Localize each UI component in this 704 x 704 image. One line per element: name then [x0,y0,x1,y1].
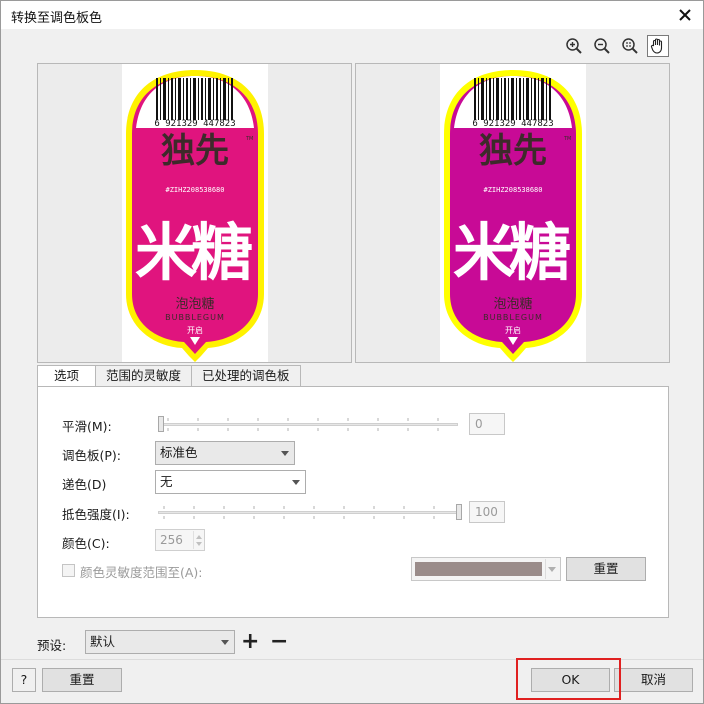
ok-highlight-box [516,658,621,700]
cancel-button[interactable]: 取消 [614,668,693,692]
original-preview[interactable]: 6 921329 447823 独先 TM #ZIHZ208538680 米 糖… [37,63,352,363]
tab-processed-palette[interactable]: 已处理的调色板 [191,365,301,387]
minus-icon: − [270,629,289,654]
palette-select[interactable]: 标准色 [155,441,295,465]
dither-strength-label: 抵色强度(I): [62,507,130,522]
palette-value: 标准色 [160,445,198,460]
product-cn-text: 泡泡糖 [175,296,214,312]
sensitivity-label: 颜色灵敏度范围至(A): [80,565,203,580]
zoom-fit-icon [622,38,638,54]
arrow-up-icon[interactable] [196,535,202,539]
tab-options[interactable]: 选项 [37,365,97,388]
arrow-down-icon[interactable] [196,542,202,546]
zoom-fit-button[interactable] [619,35,641,57]
dither-value: 无 [160,474,173,489]
remove-preset-button[interactable]: − [270,631,288,653]
preset-value: 默认 [90,634,116,649]
add-preset-button[interactable]: + [241,631,259,653]
preview-canvas: 6 921329 447823 独先 TM #ZIHZ208538680 米 糖… [122,64,268,362]
convert-to-palette-dialog: 转换至调色板色 6 921329 447823 独先 TM #ZIHZ20853… [0,0,704,704]
palette-label: 调色板(P): [62,448,122,463]
zoom-out-icon [594,38,610,54]
dither-select[interactable]: 无 [155,470,306,494]
dither-strength-value[interactable]: 100 [469,501,505,523]
colors-value: 256 [160,533,183,547]
product-en-text: BUBBLEGUM [483,313,543,322]
result-preview[interactable]: 6 921329 447823 独先 TM #ZIHZ208538680 米 糖… [355,63,670,363]
preview-tools [563,35,669,57]
preview-canvas: 6 921329 447823 独先 TM #ZIHZ208538680 米 糖… [440,64,586,362]
barcode-number: 6 921329 447823 [154,119,235,129]
chevron-down-icon [221,640,229,645]
zoom-out-button[interactable] [591,35,613,57]
hand-pan-icon [650,38,663,54]
options-tabs: 选项 范围的灵敏度 已处理的调色板 [37,365,301,388]
smoothing-label: 平滑(M): [62,419,112,434]
big-char-text: 糖 [191,216,253,289]
tab-range-sensitivity[interactable]: 范围的灵敏度 [95,365,193,387]
trademark-text: TM [563,136,571,142]
barcode-number: 6 921329 447823 [472,119,553,129]
title-bar: 转换至调色板色 [1,1,703,29]
plus-icon: + [241,629,260,654]
zoom-in-button[interactable] [563,35,585,57]
dither-label: 递色(D) [62,477,107,492]
panel-reset-button[interactable]: 重置 [566,557,646,581]
slider-thumb[interactable] [158,416,164,432]
open-label-text: 开启 [505,325,521,335]
brand-text: 独先 [479,131,547,171]
big-left-text: 米 [135,216,197,289]
close-icon [679,9,691,21]
product-cn-text: 泡泡糖 [493,296,532,312]
reset-button[interactable]: 重置 [42,668,122,692]
smoothing-slider[interactable] [158,416,458,432]
preset-label: 预设: [37,638,67,653]
sensitivity-checkbox[interactable] [62,564,75,577]
colors-stepper[interactable]: 256 [155,529,205,551]
trademark-text: TM [245,136,253,142]
close-button[interactable] [675,5,695,25]
brand-text: 独先 [161,131,229,171]
big-char-text: 糖 [509,216,571,289]
help-button[interactable]: ? [12,668,36,692]
chevron-down-icon [292,480,300,485]
smoothing-value[interactable]: 0 [469,413,505,435]
code-line-text: #ZIHZ208538680 [165,186,224,194]
candy-label-image: 6 921329 447823 独先 TM #ZIHZ208538680 米 糖… [126,70,264,362]
colors-label: 颜色(C): [62,536,110,551]
dialog-title: 转换至调色板色 [11,11,103,26]
color-swatch [415,562,542,576]
preset-select[interactable]: 默认 [85,630,235,654]
open-label-text: 开启 [187,325,203,335]
chevron-down-icon [548,567,556,572]
code-line-text: #ZIHZ208538680 [483,186,542,194]
candy-label-image: 6 921329 447823 独先 TM #ZIHZ208538680 米 糖… [444,70,582,362]
pan-button[interactable] [647,35,669,57]
slider-thumb[interactable] [456,504,462,520]
zoom-in-icon [566,38,582,54]
chevron-down-icon [281,451,289,456]
product-en-text: BUBBLEGUM [165,313,225,322]
dither-strength-slider[interactable] [158,504,462,520]
big-left-text: 米 [453,216,515,289]
options-panel: 平滑(M): 0 调色板(P): 标准色 递色(D) 无 抵色强度(I): 10… [37,386,669,618]
sensitivity-color-select[interactable] [411,557,561,581]
